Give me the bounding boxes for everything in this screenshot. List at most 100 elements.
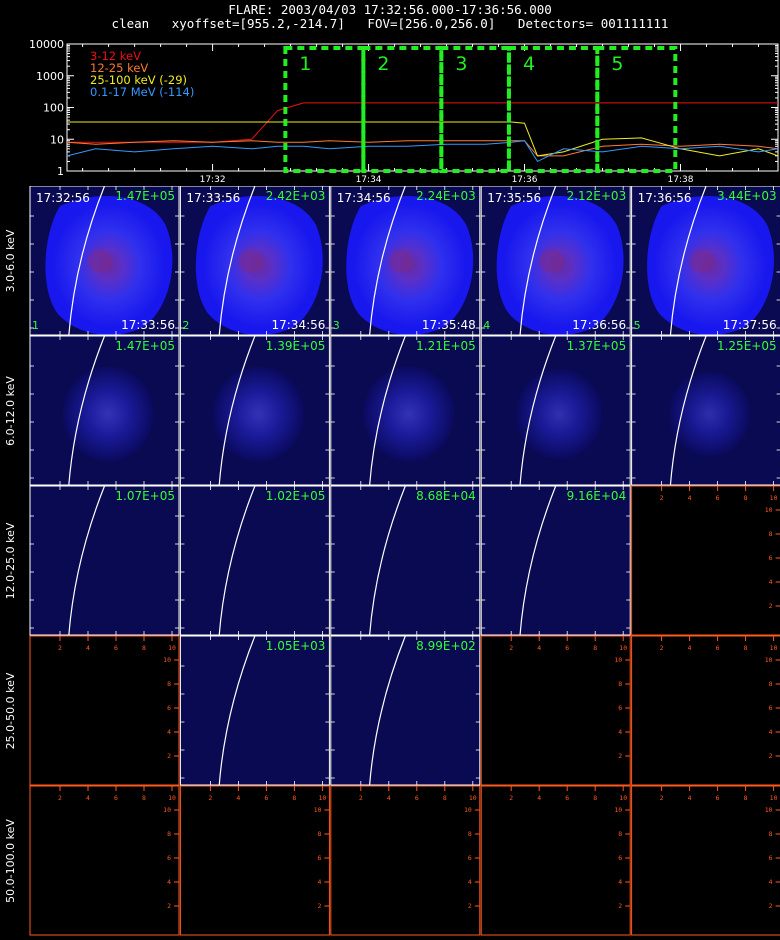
x-tick-label: 17:32 [200, 175, 226, 185]
empty-x-tick-label: 2 [359, 794, 363, 802]
empty-x-tick-label: 4 [86, 794, 90, 802]
panel-max-value: 8.99E+02 [416, 639, 476, 653]
panel-background [30, 486, 179, 635]
empty-y-tick-label: 10 [614, 806, 622, 814]
series-line-1 [67, 102, 778, 143]
interval-box-1 [283, 46, 366, 173]
empty-x-tick-label: 2 [509, 794, 513, 802]
empty-x-tick-label: 2 [208, 794, 212, 802]
empty-x-tick-label: 8 [744, 794, 748, 802]
empty-x-tick-label: 4 [688, 494, 692, 502]
empty-y-tick-label: 4 [468, 878, 472, 886]
interval-box-3 [439, 46, 511, 173]
image-grid: 3.0-6.0 keV 1.47E+05 17:32:56 17:33:56 1 2.42… [4, 186, 780, 936]
image-panel-r4-c1: 2 4 6 8 10 2 4 6 8 10 [29, 635, 180, 786]
empty-y-tick-label: 2 [769, 902, 773, 910]
y-tick-label: 1000 [36, 70, 64, 83]
panel-interval-index: 1 [32, 319, 39, 332]
empty-x-tick-label: 4 [387, 794, 391, 802]
empty-panel-frame [631, 485, 780, 636]
empty-y-tick-label: 2 [167, 902, 171, 910]
empty-y-tick-label: 8 [317, 830, 321, 838]
panel-end-time: 17:33:56 [121, 318, 175, 332]
empty-x-tick-label: 8 [443, 794, 447, 802]
interval-box-2 [361, 46, 444, 173]
empty-y-tick-label: 4 [769, 878, 773, 886]
image-panel-r5-c4: 2 4 6 8 10 2 4 6 8 10 [480, 785, 631, 936]
panel-background [481, 486, 631, 635]
empty-y-tick-label: 4 [317, 878, 321, 886]
empty-y-tick-label: 4 [167, 878, 171, 886]
empty-panel-frame [179, 785, 330, 936]
panel-max-value: 9.16E+04 [567, 489, 627, 503]
empty-y-tick-label: 8 [769, 830, 773, 838]
empty-panel-frame [631, 785, 780, 936]
panel-end-time: 17:36:56 [572, 318, 626, 332]
empty-y-tick-label: 6 [317, 854, 321, 862]
empty-x-tick-label: 10 [619, 644, 627, 652]
empty-y-tick-label: 2 [317, 902, 321, 910]
panel-end-time: 17:35:48 [422, 318, 476, 332]
empty-x-tick-label: 10 [770, 494, 778, 502]
emission-peak [88, 249, 112, 273]
image-panel-r5-c1: 2 4 6 8 10 2 4 6 8 10 [29, 785, 180, 936]
empty-y-tick-label: 2 [769, 602, 773, 610]
interval-label-4: 4 [523, 53, 535, 75]
empty-y-tick-label: 10 [765, 656, 773, 664]
image-panel-r1-c4: 2.12E+03 17:35:56 17:36:56 4 [480, 186, 631, 337]
panel-interval-index: 4 [483, 319, 490, 332]
panel-max-value: 3.44E+03 [717, 189, 777, 203]
source-emission [62, 366, 154, 462]
empty-y-tick-label: 4 [167, 728, 171, 736]
panel-max-value: 1.39E+05 [266, 339, 326, 353]
empty-y-tick-label: 6 [618, 704, 622, 712]
empty-x-tick-label: 4 [86, 644, 90, 652]
y-tick-label: 10 [50, 133, 64, 146]
panel-max-value: 1.37E+05 [567, 339, 627, 353]
image-parameters: clean xyoffset=[955.2,-214.7] FOV=[256.0… [111, 16, 669, 31]
panel-end-time: 17:37:56 [723, 318, 777, 332]
empty-x-tick-label: 4 [236, 794, 240, 802]
panel-background [330, 636, 480, 785]
source-emission [363, 366, 455, 462]
empty-x-tick-label: 2 [509, 644, 513, 652]
panel-max-value: 2.42E+03 [266, 189, 326, 203]
interval-label-3: 3 [455, 53, 467, 75]
panel-interval-index: 5 [634, 319, 641, 332]
empty-y-tick-label: 2 [618, 752, 622, 760]
lightcurve-plot: 11010010001000017:32 17:34 17:36 17:383-12 … [29, 38, 779, 185]
empty-y-tick-label: 6 [167, 704, 171, 712]
panel-start-time: 17:35:56 [487, 191, 541, 205]
x-tick-label: 17:36 [512, 175, 538, 185]
empty-x-tick-label: 6 [565, 794, 569, 802]
image-panel-r4-c4: 2 4 6 8 10 2 4 6 8 10 [480, 635, 631, 786]
panel-start-time: 17:33:56 [186, 191, 240, 205]
empty-x-tick-label: 10 [619, 794, 627, 802]
interval-label-2: 2 [377, 53, 389, 75]
image-panel-r1-c2: 2.42E+03 17:33:56 17:34:56 2 [179, 186, 330, 337]
image-panel-r3-c4: 9.16E+04 [480, 485, 631, 637]
empty-panel-frame [480, 635, 631, 786]
empty-y-tick-label: 6 [468, 854, 472, 862]
empty-panel-frame [29, 785, 180, 936]
empty-y-tick-label: 6 [618, 854, 622, 862]
empty-x-tick-label: 10 [168, 794, 176, 802]
empty-x-tick-label: 8 [744, 644, 748, 652]
empty-y-tick-label: 10 [163, 656, 171, 664]
plot-frame [66, 43, 779, 172]
image-panel-r2-c1: 1.47E+05 [29, 335, 180, 487]
empty-y-tick-label: 10 [765, 506, 773, 514]
image-panel-r2-c5: 1.25E+05 [631, 335, 780, 487]
panel-max-value: 2.24E+03 [416, 189, 476, 203]
empty-y-tick-label: 6 [769, 854, 773, 862]
panel-max-value: 1.07E+05 [115, 489, 175, 503]
empty-x-tick-label: 2 [58, 794, 62, 802]
empty-y-tick-label: 2 [468, 902, 472, 910]
panel-interval-index: 2 [182, 319, 189, 332]
empty-y-tick-label: 10 [314, 806, 322, 814]
series-line-3 [67, 121, 779, 157]
image-panel-r2-c2: 1.39E+05 [179, 335, 330, 487]
empty-y-tick-label: 4 [618, 728, 622, 736]
emission-peak [388, 249, 413, 273]
y-tick-label: 10000 [29, 38, 64, 51]
